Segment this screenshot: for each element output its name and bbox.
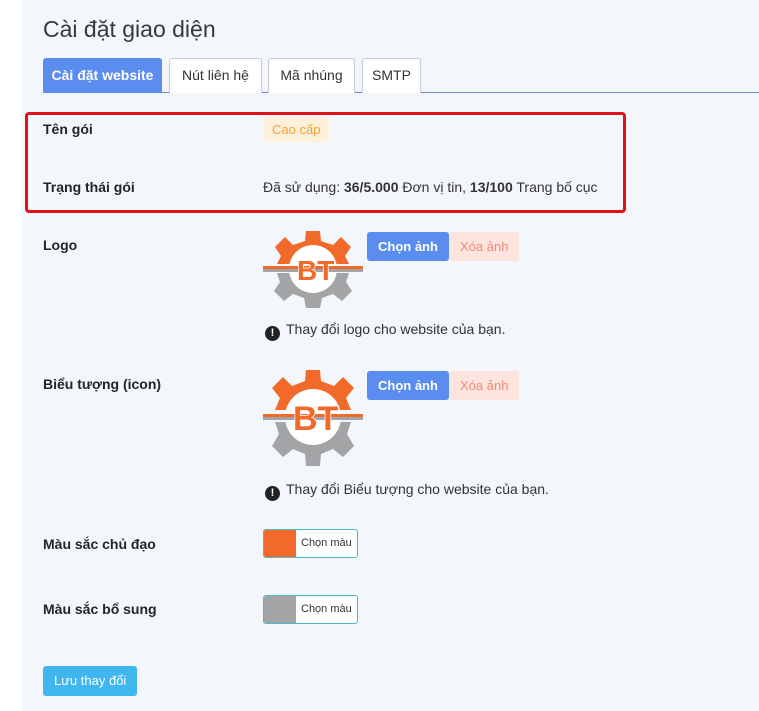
- package-status-label: Trạng thái gói: [43, 179, 135, 195]
- package-usage-text: Đã sử dụng: 36/5.000 Đơn vị tin, 13/100 …: [263, 179, 598, 195]
- units-text: Đơn vị tin,: [398, 179, 470, 195]
- icon-hint-text: Thay đổi Biểu tượng cho website của bạn.: [286, 481, 549, 497]
- logo-delete-button[interactable]: Xóa ảnh: [449, 232, 520, 261]
- secondary-color-picker[interactable]: Chọn màu: [263, 595, 358, 624]
- primary-color-picker-label: Chọn màu: [301, 537, 352, 549]
- primary-color-swatch: [264, 530, 296, 557]
- layouts-text: Trang bố cục: [512, 179, 598, 195]
- tab-bar: Cài đặt website Nút liên hệ Mã nhúng SMT…: [43, 58, 759, 93]
- warning-icon: !: [265, 326, 280, 341]
- icon-choose-button[interactable]: Chọn ảnh: [367, 371, 449, 400]
- primary-color-label: Màu sắc chủ đạo: [43, 536, 156, 552]
- primary-color-picker[interactable]: Chọn màu: [263, 529, 358, 558]
- units-used: 36/5.000: [343, 179, 399, 195]
- tab-embed-code[interactable]: Mã nhúng: [268, 58, 355, 93]
- logo-text: BT: [297, 255, 334, 286]
- logo-choose-button[interactable]: Chọn ảnh: [367, 232, 449, 261]
- secondary-color-picker-label: Chọn màu: [301, 603, 352, 615]
- logo-hint-text: Thay đổi logo cho website của bạn.: [286, 321, 506, 337]
- package-name-label: Tên gói: [43, 121, 93, 137]
- usage-prefix: Đã sử dụng:: [263, 179, 344, 195]
- secondary-color-swatch: [264, 596, 296, 623]
- package-badge: Cao cấp: [263, 117, 330, 142]
- secondary-color-label: Màu sắc bổ sung: [43, 601, 157, 617]
- logo-image: BT: [263, 231, 363, 308]
- warning-icon: !: [265, 486, 280, 501]
- layouts-used: 13/100: [469, 179, 513, 195]
- logo-hint: ! Thay đổi logo cho website của bạn.: [265, 321, 505, 341]
- save-button[interactable]: Lưu thay đổi: [43, 666, 138, 696]
- page-title: Cài đặt giao diện: [43, 16, 216, 42]
- logo-label: Logo: [43, 237, 78, 253]
- icon-delete-button[interactable]: Xóa ảnh: [449, 371, 520, 400]
- tab-contact-button[interactable]: Nút liên hệ: [169, 58, 262, 93]
- tab-smtp[interactable]: SMTP: [362, 58, 421, 93]
- icon-text: BT: [293, 400, 339, 438]
- tab-website-settings[interactable]: Cài đặt website: [43, 58, 162, 93]
- icon-hint: ! Thay đổi Biểu tượng cho website của bạn…: [265, 481, 549, 501]
- icon-image: BT: [263, 370, 363, 466]
- icon-label: Biểu tượng (icon): [43, 376, 162, 392]
